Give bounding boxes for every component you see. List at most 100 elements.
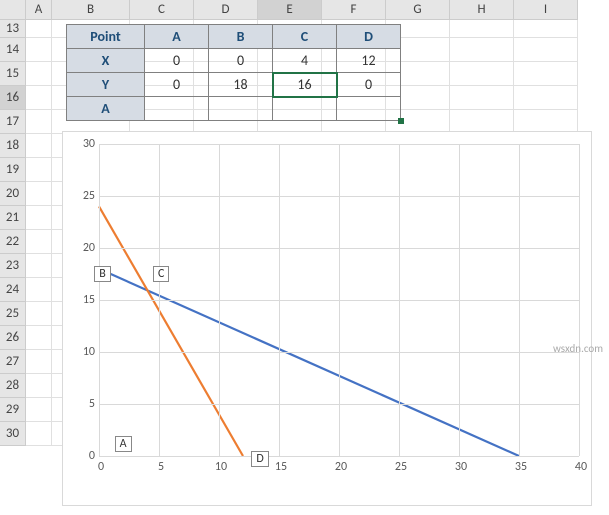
gridline-h bbox=[99, 456, 579, 457]
row-label-A[interactable]: A bbox=[67, 97, 145, 121]
cell-X-D[interactable]: 12 bbox=[337, 49, 401, 73]
col-header-I[interactable]: I bbox=[514, 0, 578, 20]
gridline-v bbox=[459, 144, 460, 456]
cell[interactable] bbox=[26, 134, 52, 158]
cell[interactable] bbox=[26, 374, 52, 398]
col-header-H[interactable]: H bbox=[450, 0, 514, 20]
gridline-v bbox=[519, 144, 520, 456]
x-tick-label: 0 bbox=[91, 460, 111, 474]
chart-object[interactable]: 0510152025300510152025303540ABCD bbox=[62, 131, 592, 506]
row-label-X[interactable]: X bbox=[67, 49, 145, 73]
row-header-24[interactable]: 24 bbox=[0, 278, 26, 302]
row-header-17[interactable]: 17 bbox=[0, 110, 26, 134]
cell-X-C[interactable]: 4 bbox=[273, 49, 337, 73]
cell[interactable] bbox=[26, 326, 52, 350]
col-header-C[interactable]: C bbox=[130, 0, 194, 20]
cell-Y-A[interactable]: 0 bbox=[145, 73, 209, 97]
data-table: Point A B C D X 0 0 4 12 Y 0 18 16 0 A bbox=[66, 24, 401, 121]
chart-series-blue[interactable] bbox=[99, 269, 519, 456]
row-header-25[interactable]: 25 bbox=[0, 302, 26, 326]
row-label-Y[interactable]: Y bbox=[67, 73, 145, 97]
chart-point-label-A: A bbox=[115, 436, 132, 452]
cell[interactable] bbox=[26, 350, 52, 374]
col-header-B[interactable]: B bbox=[52, 0, 130, 20]
chart-point-label-C: C bbox=[153, 266, 169, 282]
y-tick-label: 30 bbox=[69, 137, 95, 151]
cell[interactable] bbox=[514, 38, 578, 62]
gridline-v bbox=[399, 144, 400, 456]
x-tick-label: 30 bbox=[451, 460, 471, 474]
table-header-B[interactable]: B bbox=[209, 25, 273, 49]
table-row-X: X 0 0 4 12 bbox=[67, 49, 401, 73]
gridline-v bbox=[99, 144, 100, 456]
row-header-28[interactable]: 28 bbox=[0, 374, 26, 398]
cell[interactable] bbox=[26, 254, 52, 278]
gridline-v bbox=[219, 144, 220, 456]
table-header-C[interactable]: C bbox=[273, 25, 337, 49]
watermark-text: wsxdn.com bbox=[553, 342, 603, 355]
cell[interactable] bbox=[450, 62, 514, 86]
row-header-18[interactable]: 18 bbox=[0, 134, 26, 158]
cell[interactable] bbox=[26, 230, 52, 254]
cell[interactable] bbox=[26, 20, 52, 38]
cell-A-D[interactable] bbox=[337, 97, 401, 121]
cell[interactable] bbox=[26, 422, 52, 446]
col-header-D[interactable]: D bbox=[194, 0, 258, 20]
y-tick-label: 25 bbox=[69, 189, 95, 203]
cell-A-C[interactable] bbox=[273, 97, 337, 121]
cell-Y-D[interactable]: 0 bbox=[337, 73, 401, 97]
row-header-23[interactable]: 23 bbox=[0, 254, 26, 278]
x-tick-label: 25 bbox=[391, 460, 411, 474]
cell[interactable] bbox=[26, 206, 52, 230]
row-header-20[interactable]: 20 bbox=[0, 182, 26, 206]
cell[interactable] bbox=[514, 86, 578, 110]
table-header-A[interactable]: A bbox=[145, 25, 209, 49]
cell-Y-C-active[interactable]: 16 bbox=[273, 73, 337, 97]
col-header-G[interactable]: G bbox=[386, 0, 450, 20]
cell[interactable] bbox=[450, 86, 514, 110]
cell[interactable] bbox=[26, 62, 52, 86]
cell[interactable] bbox=[26, 86, 52, 110]
y-tick-label: 10 bbox=[69, 345, 95, 359]
row-header-26[interactable]: 26 bbox=[0, 326, 26, 350]
cell-X-A[interactable]: 0 bbox=[145, 49, 209, 73]
cell-Y-B[interactable]: 18 bbox=[209, 73, 273, 97]
table-header-point[interactable]: Point bbox=[67, 25, 145, 49]
y-tick-label: 20 bbox=[69, 241, 95, 255]
col-header-E[interactable]: E bbox=[258, 0, 322, 20]
cell[interactable] bbox=[26, 158, 52, 182]
cell[interactable] bbox=[26, 398, 52, 422]
cell-A-A[interactable] bbox=[145, 97, 209, 121]
row-header-29[interactable]: 29 bbox=[0, 398, 26, 422]
chart-series-orange[interactable] bbox=[99, 206, 243, 456]
table-header-D[interactable]: D bbox=[337, 25, 401, 49]
select-all-corner[interactable] bbox=[0, 0, 26, 20]
x-tick-label: 40 bbox=[571, 460, 591, 474]
x-tick-label: 5 bbox=[151, 460, 171, 474]
row-header-21[interactable]: 21 bbox=[0, 206, 26, 230]
row-header-19[interactable]: 19 bbox=[0, 158, 26, 182]
col-header-F[interactable]: F bbox=[322, 0, 386, 20]
row-header-22[interactable]: 22 bbox=[0, 230, 26, 254]
row-header-13[interactable]: 13 bbox=[0, 20, 26, 38]
cell[interactable] bbox=[450, 20, 514, 38]
cell[interactable] bbox=[26, 110, 52, 134]
row-header-16[interactable]: 16 bbox=[0, 86, 26, 110]
cell-X-B[interactable]: 0 bbox=[209, 49, 273, 73]
row-header-30[interactable]: 30 bbox=[0, 422, 26, 446]
col-header-A[interactable]: A bbox=[26, 0, 52, 20]
cell[interactable] bbox=[514, 20, 578, 38]
chart-plot-area: 0510152025300510152025303540ABCD bbox=[99, 144, 579, 456]
row-header-14[interactable]: 14 bbox=[0, 38, 26, 62]
row-header-15[interactable]: 15 bbox=[0, 62, 26, 86]
cell-A-B[interactable] bbox=[209, 97, 273, 121]
cell[interactable] bbox=[450, 38, 514, 62]
cell[interactable] bbox=[26, 302, 52, 326]
cell[interactable] bbox=[26, 38, 52, 62]
cell[interactable] bbox=[26, 182, 52, 206]
spreadsheet-grid: A B C D E F G H I 13 14 15 16 17 18 19 2… bbox=[0, 0, 609, 515]
row-header-27[interactable]: 27 bbox=[0, 350, 26, 374]
cell[interactable] bbox=[26, 278, 52, 302]
gridline-v bbox=[339, 144, 340, 456]
cell[interactable] bbox=[514, 62, 578, 86]
